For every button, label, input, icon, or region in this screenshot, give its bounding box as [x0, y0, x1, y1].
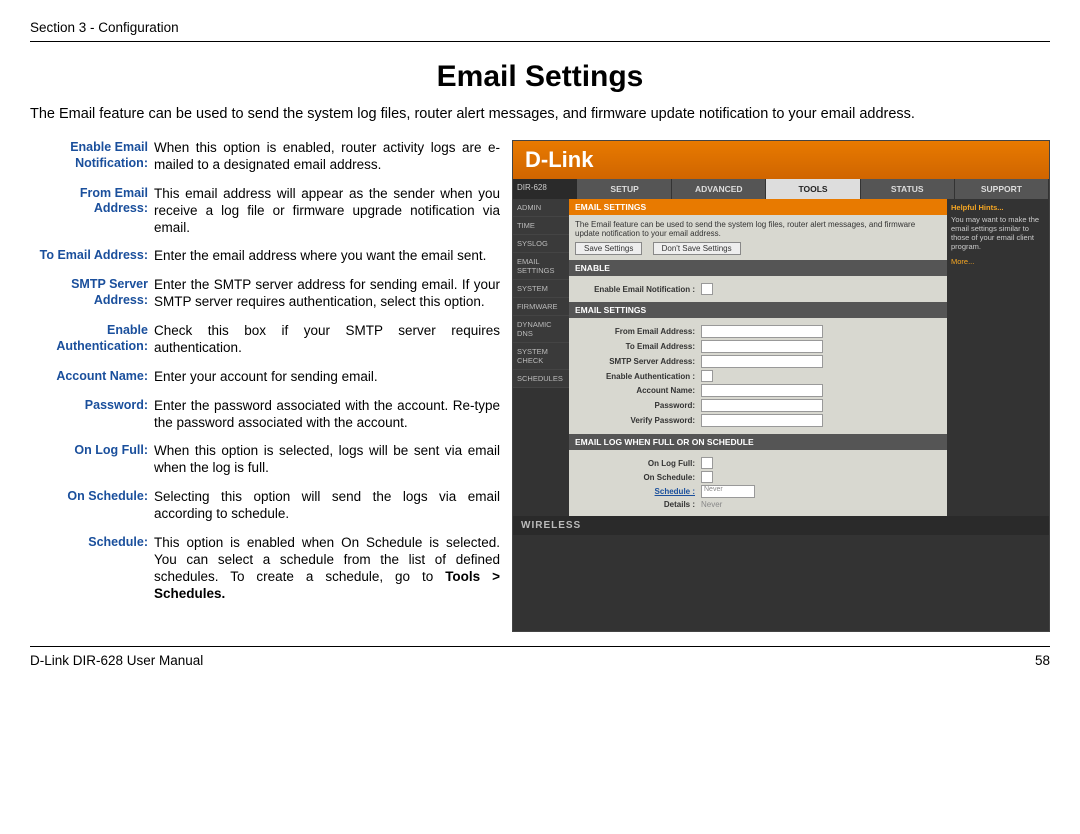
def-label: From Email Address: [30, 186, 154, 237]
footer-manual-title: D-Link DIR-628 User Manual [30, 653, 203, 668]
sidebar-item-syslog[interactable]: SYSLOG [513, 235, 569, 253]
on-schedule-checkbox[interactable] [701, 471, 713, 483]
details-label: Details : [575, 500, 701, 509]
account-name-label: Account Name: [575, 386, 701, 395]
def-label: To Email Address: [30, 248, 154, 265]
verify-password-label: Verify Password: [575, 416, 701, 425]
section-email-log-header: EMAIL LOG WHEN FULL OR ON SCHEDULE [569, 434, 947, 450]
def-label: SMTP Server Address: [30, 277, 154, 311]
password-label: Password: [575, 401, 701, 410]
hints-title: Helpful Hints... [951, 203, 1045, 212]
section-header: Section 3 - Configuration [30, 20, 1050, 42]
dont-save-settings-button[interactable]: Don't Save Settings [653, 242, 741, 255]
sidebar-item-system-check[interactable]: SYSTEM CHECK [513, 343, 569, 370]
from-email-input[interactable] [701, 325, 823, 338]
def-label: On Log Full: [30, 443, 154, 477]
schedule-label: Schedule : [575, 487, 701, 496]
sidebar-item-admin[interactable]: ADMIN [513, 199, 569, 217]
on-log-full-checkbox[interactable] [701, 457, 713, 469]
password-input[interactable] [701, 399, 823, 412]
on-schedule-label: On Schedule: [575, 473, 701, 482]
def-value: Check this box if your SMTP server requi… [154, 323, 500, 357]
tab-tools[interactable]: TOOLS [766, 179, 860, 199]
sidebar-item-schedules[interactable]: SCHEDULES [513, 370, 569, 388]
page-title: Email Settings [30, 60, 1050, 94]
section-email-settings2-header: EMAIL SETTINGS [569, 302, 947, 318]
def-value: Enter the password associated with the a… [154, 398, 500, 432]
tab-status[interactable]: STATUS [861, 179, 955, 199]
to-email-input[interactable] [701, 340, 823, 353]
enable-auth-label: Enable Authentication : [575, 372, 701, 381]
router-model-label: DIR-628 [513, 179, 578, 199]
router-footer-wireless: WIRELESS [513, 516, 1049, 535]
hints-text: You may want to make the email settings … [951, 215, 1045, 251]
def-value: When this option is enabled, router acti… [154, 140, 500, 174]
def-label: Password: [30, 398, 154, 432]
on-log-full-label: On Log Full: [575, 459, 701, 468]
router-main-panel: EMAIL SETTINGS The Email feature can be … [569, 199, 947, 516]
sidebar-item-firmware[interactable]: FIRMWARE [513, 298, 569, 316]
account-name-input[interactable] [701, 384, 823, 397]
def-label: Account Name: [30, 369, 154, 386]
def-value: Enter your account for sending email. [154, 369, 500, 386]
def-value: When this option is selected, logs will … [154, 443, 500, 477]
definitions-column: Enable Email Notification:When this opti… [30, 140, 500, 632]
tab-setup[interactable]: SETUP [578, 179, 672, 199]
enable-notification-label: Enable Email Notification : [575, 285, 701, 294]
def-label: Enable Email Notification: [30, 140, 154, 174]
verify-password-input[interactable] [701, 414, 823, 427]
def-label: Schedule: [30, 535, 154, 603]
section-desc: The Email feature can be used to send th… [575, 220, 941, 238]
tab-advanced[interactable]: ADVANCED [672, 179, 766, 199]
tab-support[interactable]: SUPPORT [955, 179, 1049, 199]
def-value: Selecting this option will send the logs… [154, 489, 500, 523]
sidebar-item-time[interactable]: TIME [513, 217, 569, 235]
enable-notification-checkbox[interactable] [701, 283, 713, 295]
smtp-server-input[interactable] [701, 355, 823, 368]
def-value: This option is enabled when On Schedule … [154, 535, 500, 603]
def-value: Enter the email address where you want t… [154, 248, 500, 265]
footer-page-number: 58 [1035, 653, 1050, 668]
section-email-settings-header: EMAIL SETTINGS [569, 199, 947, 215]
enable-auth-checkbox[interactable] [701, 370, 713, 382]
sidebar-item-system[interactable]: SYSTEM [513, 280, 569, 298]
router-side-nav: ADMIN TIME SYSLOG EMAIL SETTINGS SYSTEM … [513, 199, 569, 516]
def-value: Enter the SMTP server address for sendin… [154, 277, 500, 311]
helpful-hints-panel: Helpful Hints... You may want to make th… [947, 199, 1049, 516]
to-email-label: To Email Address: [575, 342, 701, 351]
from-email-label: From Email Address: [575, 327, 701, 336]
intro-paragraph: The Email feature can be used to send th… [30, 106, 1050, 122]
save-settings-button[interactable]: Save Settings [575, 242, 642, 255]
def-label: Enable Authentication: [30, 323, 154, 357]
def-label: On Schedule: [30, 489, 154, 523]
smtp-server-label: SMTP Server Address: [575, 357, 701, 366]
sidebar-item-dynamic-dns[interactable]: DYNAMIC DNS [513, 316, 569, 343]
section-enable-header: ENABLE [569, 260, 947, 276]
details-value: Never [701, 500, 722, 509]
sidebar-item-email-settings[interactable]: EMAIL SETTINGS [513, 253, 569, 280]
hints-more-link[interactable]: More... [951, 257, 1045, 266]
router-brand-logo: D-Link [513, 141, 1049, 179]
schedule-select[interactable]: Never [701, 485, 755, 498]
def-value: This email address will appear as the se… [154, 186, 500, 237]
router-screenshot: D-Link DIR-628 SETUP ADVANCED TOOLS STAT… [512, 140, 1050, 632]
